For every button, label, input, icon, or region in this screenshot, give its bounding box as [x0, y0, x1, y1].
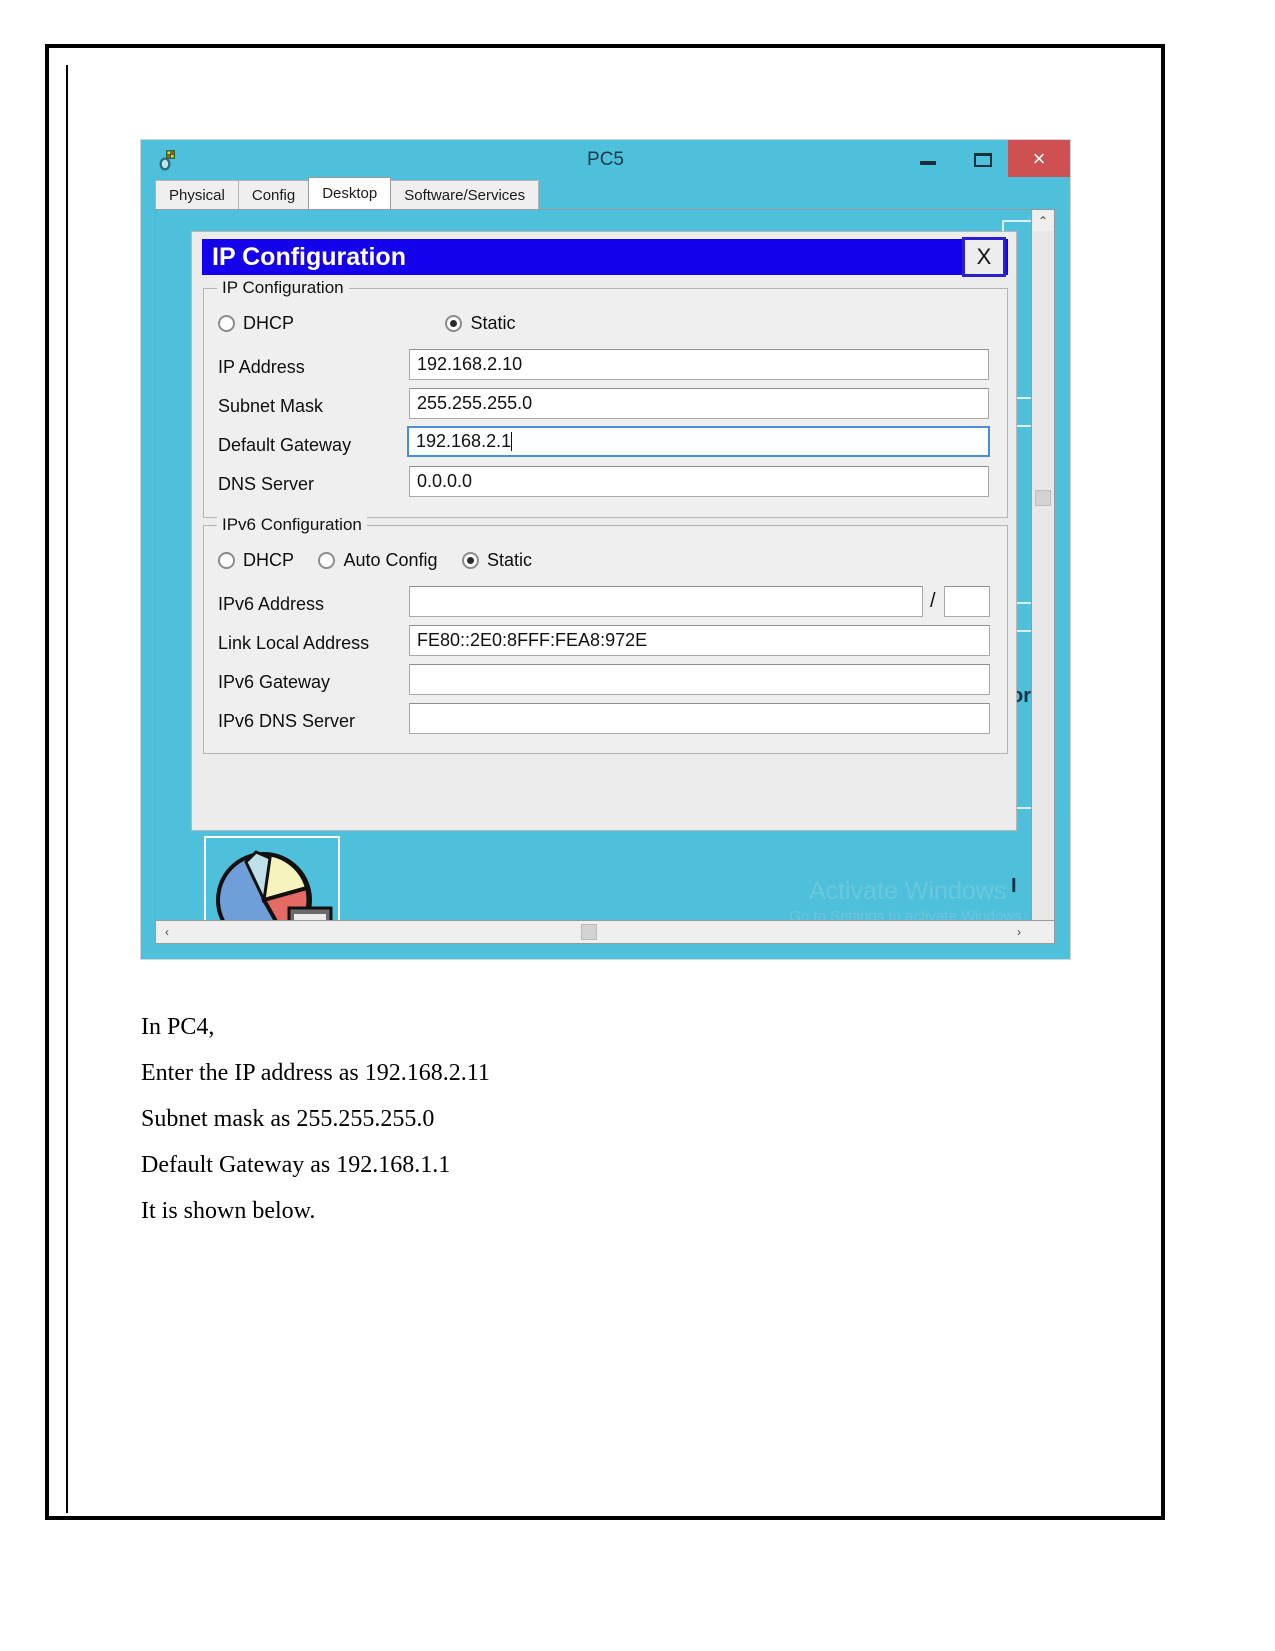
desktop-vertical-scrollbar[interactable]: ⌃ ⌄ [1031, 209, 1055, 944]
scroll-up-arrow-icon[interactable]: ⌃ [1033, 211, 1053, 231]
ipv6-mode-radios: DHCP Auto Config Static [218, 550, 552, 571]
vertical-scroll-thumb[interactable] [1035, 490, 1051, 506]
ipv4-static-label: Static [470, 313, 516, 333]
ip-configuration-dialog: IP Configuration X IP Configuration DHCP… [191, 231, 1017, 831]
window-titlebar[interactable]: PC5 × [141, 140, 1070, 180]
body-line-4: Default Gateway as 192.168.1.1 [141, 1152, 451, 1178]
ipv6-prefix-separator: / [930, 590, 936, 612]
tab-desktop[interactable]: Desktop [308, 177, 392, 209]
scroll-left-arrow-icon[interactable]: ‹ [157, 922, 177, 942]
ip-configuration-title: IP Configuration [212, 243, 406, 271]
ipv4-dhcp-label: DHCP [243, 313, 295, 333]
ipv6-static-radio[interactable]: Static [461, 550, 552, 570]
ipv6-dhcp-label: DHCP [243, 550, 295, 570]
watermark-line-1: Activate Windows [808, 877, 1007, 905]
radio-circle-selected-icon [445, 315, 463, 332]
subnet-mask-input[interactable]: 255.255.255.0 [409, 388, 989, 419]
ipv6-dns-server-label: IPv6 DNS Server [218, 711, 356, 731]
desktop-horizontal-scrollbar[interactable]: ‹ › [155, 920, 1055, 944]
ipv4-configuration-group: IP Configuration DHCP Static IP Address … [203, 278, 1008, 518]
dns-server-input[interactable]: 0.0.0.0 [409, 466, 989, 497]
maximize-button[interactable] [958, 140, 1008, 177]
link-local-address-label: Link Local Address [218, 633, 370, 653]
subnet-mask-label: Subnet Mask [218, 396, 324, 416]
ipv4-dhcp-radio[interactable]: DHCP [218, 313, 318, 333]
ipv4-static-radio[interactable]: Static [445, 313, 535, 333]
ipv6-autoconfig-label: Auto Config [343, 550, 438, 570]
ip-configuration-close-button[interactable]: X [962, 237, 1006, 277]
document-body-text: In PC4, Enter the IP address as 192.168.… [141, 1015, 941, 1245]
minimize-icon [920, 161, 936, 165]
body-line-3: Subnet mask as 255.255.255.0 [141, 1106, 435, 1132]
ipv6-gateway-input[interactable] [409, 664, 990, 695]
horizontal-scroll-thumb[interactable] [581, 924, 597, 940]
ipv6-address-label: IPv6 Address [218, 594, 325, 614]
dns-server-label: DNS Server [218, 474, 315, 494]
minimize-button[interactable] [903, 140, 953, 177]
scroll-right-arrow-icon[interactable]: › [1009, 922, 1029, 942]
radio-circle-icon [218, 315, 235, 332]
text-caret [511, 432, 513, 451]
tab-config[interactable]: Config [237, 180, 310, 209]
maximize-icon [974, 153, 992, 167]
ip-configuration-titlebar: IP Configuration [202, 239, 1008, 275]
body-line-5: It is shown below. [141, 1198, 316, 1224]
tab-physical[interactable]: Physical [155, 180, 239, 209]
close-window-button[interactable]: × [1008, 140, 1070, 177]
desktop-tab-content: - or I Activate Windows Go to Settings t… [155, 209, 1055, 944]
link-local-address-input[interactable]: FE80::2E0:8FFF:FEA8:972E [409, 625, 990, 656]
radio-circle-selected-icon [461, 552, 479, 569]
ipv6-dns-server-input[interactable] [409, 703, 990, 734]
body-line-1: In PC4, [141, 1014, 215, 1040]
default-gateway-input[interactable]: 192.168.2.1 [407, 426, 990, 457]
ip-address-label: IP Address [218, 357, 305, 377]
window-tabs: Physical Config Desktop Software/Service… [155, 177, 540, 210]
ipv6-gateway-label: IPv6 Gateway [218, 672, 331, 692]
ipv6-configuration-group: IPv6 Configuration DHCP Auto Config Stat… [203, 515, 1008, 754]
default-gateway-value: 192.168.2.1 [416, 431, 512, 451]
ipv6-group-legend: IPv6 Configuration [217, 515, 367, 535]
activate-windows-watermark: Activate Windows Go to Settings to activ… [789, 877, 1026, 925]
ipv4-group-legend: IP Configuration [217, 278, 349, 298]
ipv6-dhcp-radio[interactable]: DHCP [218, 550, 318, 570]
ipv6-prefix-input[interactable] [944, 586, 990, 617]
ipv6-autoconfig-radio[interactable]: Auto Config [318, 550, 462, 570]
packet-tracer-window: PC5 × Physical Config Desktop Software/S… [141, 140, 1070, 959]
ipv6-address-input[interactable] [409, 586, 923, 617]
radio-circle-icon [318, 552, 336, 569]
ipv4-mode-radios: DHCP Static [218, 313, 536, 334]
ipv6-static-label: Static [486, 550, 533, 570]
close-icon: × [1032, 146, 1046, 171]
default-gateway-label: Default Gateway [218, 435, 352, 455]
ip-address-input[interactable]: 192.168.2.10 [409, 349, 989, 380]
radio-circle-icon [218, 552, 235, 569]
body-line-2: Enter the IP address as 192.168.2.11 [141, 1060, 490, 1086]
tab-software-services[interactable]: Software/Services [390, 180, 540, 209]
